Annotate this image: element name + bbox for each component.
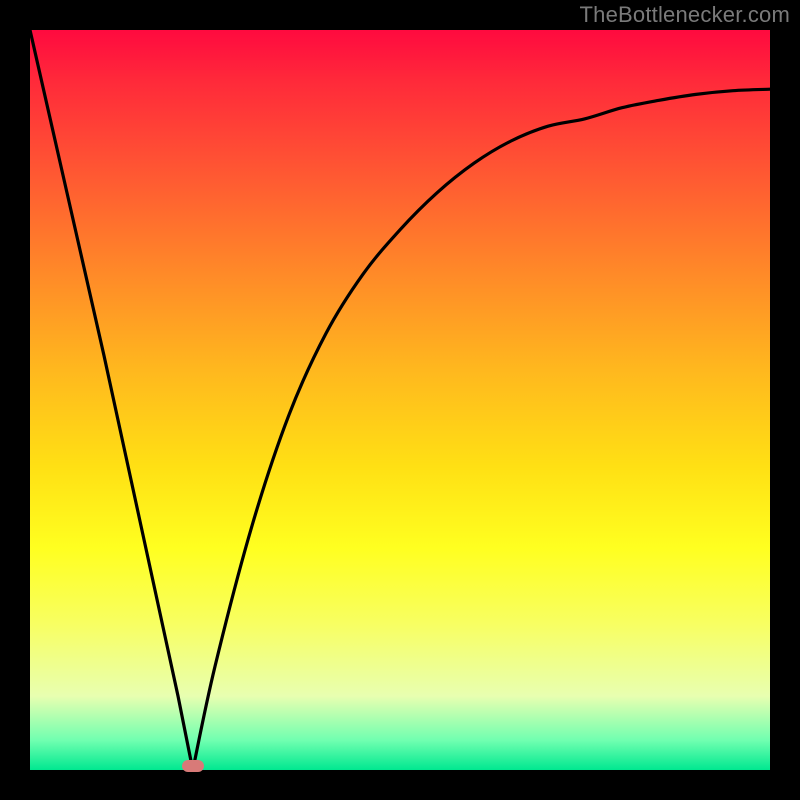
optimum-marker [182, 760, 204, 772]
curve-svg [30, 30, 770, 770]
chart-frame: TheBottlenecker.com [0, 0, 800, 800]
watermark-text: TheBottlenecker.com [580, 2, 790, 28]
plot-area [30, 30, 770, 770]
bottleneck-curve [30, 30, 770, 770]
